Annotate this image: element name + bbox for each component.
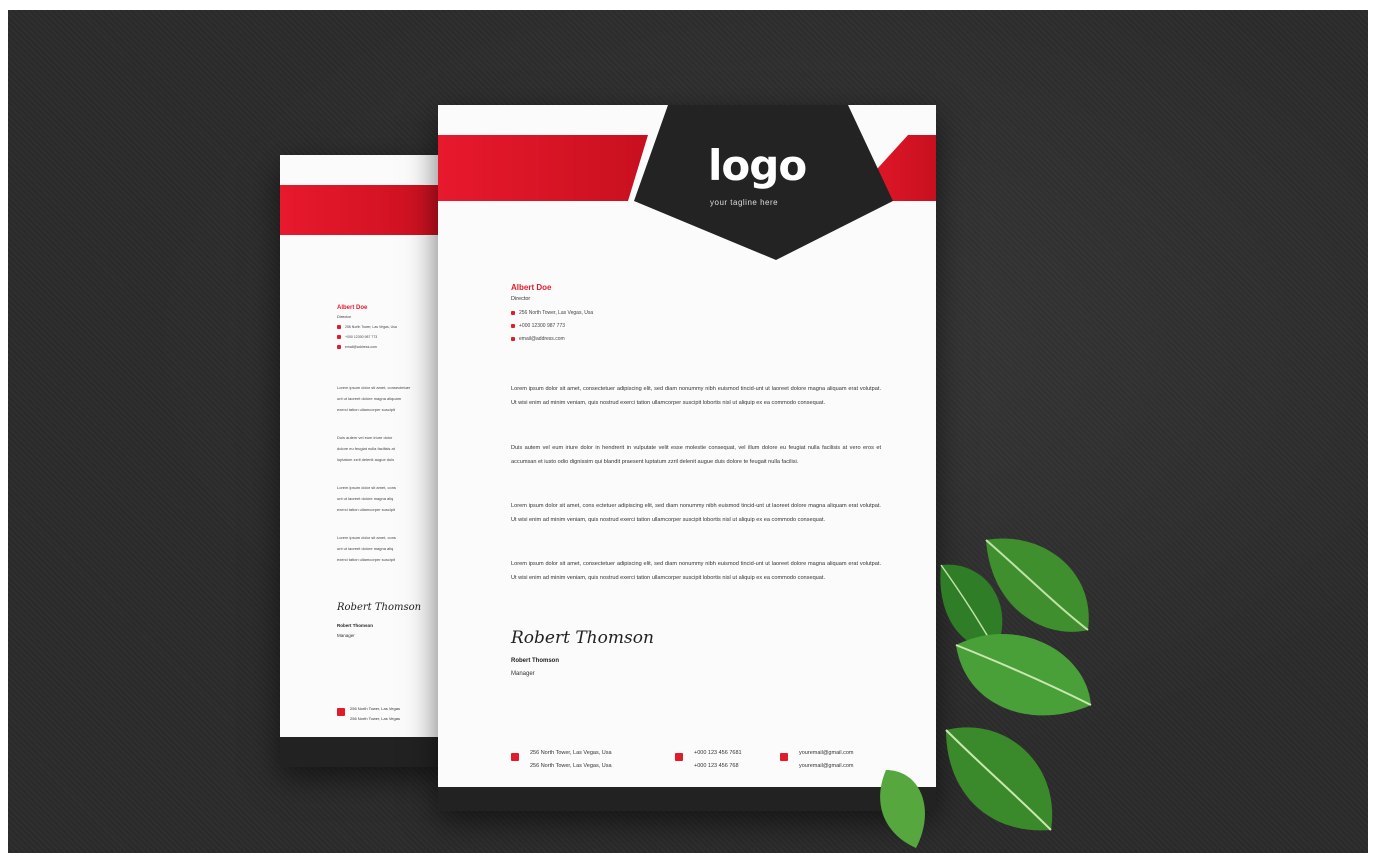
signature-role: Manager xyxy=(511,671,535,677)
sender-title: Director xyxy=(511,296,531,302)
signature-script: Robert Thomson xyxy=(511,628,654,648)
front-letterhead-sheet: logo your tagline here Albert Doe Direct… xyxy=(438,105,936,811)
phone-icon xyxy=(337,335,341,340)
back-letterhead-sheet: Albert Doe Director 256 North Tower, Las… xyxy=(280,155,450,767)
mail-icon xyxy=(511,336,515,341)
dark-textured-background: Albert Doe Director 256 North Tower, Las… xyxy=(8,10,1368,853)
back-signature-name: Robert Thomson xyxy=(337,623,373,628)
back-text-line: exerci tation ullamcorper suscipit xyxy=(337,507,396,512)
back-text-line: unt ut laoreet dolore magna aliq xyxy=(337,546,394,551)
back-signature-role: Manager xyxy=(337,633,355,638)
body-paragraph: Lorem ipsum dolor sit amet, cons ectetue… xyxy=(511,503,881,523)
body-paragraph: Duis autem vel eum iriure dolor in hendr… xyxy=(511,445,881,465)
footer-phone-line: +000 123 456 7681 xyxy=(694,750,742,756)
body-paragraph: Lorem ipsum dolor sit amet, consectetuer… xyxy=(511,386,881,406)
plant-leaf xyxy=(955,633,1092,716)
back-sender-title: Director xyxy=(337,314,352,319)
back-text-line: exerci tation ullamcorper suscipit xyxy=(337,557,396,562)
back-text-line: dolore eu feugiat nulla facilisis at xyxy=(337,446,395,451)
back-footer-address: 256 North Tower, Las Vegas xyxy=(350,706,400,711)
back-footer-dark-bar xyxy=(280,737,450,767)
back-text-line: Lorem ipsum dolor sit amet, consectetuer xyxy=(337,385,411,390)
footer-phone-line: +000 123 456 768 xyxy=(694,763,739,769)
footer-mail-icon xyxy=(780,753,788,761)
footer-phone-icon xyxy=(675,753,683,761)
footer-address-line: 256 North Tower, Las Vegas, Usa xyxy=(530,763,612,769)
footer-location-icon xyxy=(511,753,519,761)
sender-email-line: email@address.com xyxy=(511,336,565,342)
back-footer-address: 256 North Tower, Las Vegas xyxy=(350,716,400,721)
signature-name: Robert Thomson xyxy=(511,658,559,664)
body-paragraph: Lorem ipsum dolor sit amet, consectetuer… xyxy=(511,561,881,581)
logo-wordmark: logo xyxy=(708,141,807,190)
footer-email-line: youremail@gmail.com xyxy=(799,763,854,769)
back-footer-location-icon xyxy=(337,708,345,716)
location-icon xyxy=(337,325,341,330)
decorative-plant-leaves xyxy=(880,538,1092,848)
plant-leaf xyxy=(945,727,1053,831)
logo-tagline: your tagline here xyxy=(710,198,779,207)
letterhead-header-graphic xyxy=(438,105,936,260)
back-red-band xyxy=(280,185,450,235)
back-text-line: Duis autem vel eum iriure dolor xyxy=(337,435,393,440)
plant-leaf xyxy=(880,770,925,848)
back-address-line: 256 North Tower, Las Vegas, Usa xyxy=(337,325,397,330)
location-icon xyxy=(511,310,515,315)
footer-dark-bar xyxy=(438,787,936,811)
footer-email-line: youremail@gmail.com xyxy=(799,750,854,756)
back-text-line: exerci tation ullamcorper suscipit xyxy=(337,407,396,412)
sender-name: Albert Doe xyxy=(511,283,552,292)
back-text-line: Lorem ipsum dolor sit amet, cons xyxy=(337,535,396,540)
sender-phone-line: +000 12300 987 773 xyxy=(511,323,565,329)
back-signature-script: Robert Thomson xyxy=(337,602,422,613)
sender-address-line: 256 North Tower, Las Vegas, Usa xyxy=(511,310,593,316)
back-text-line: unt ut laoreet dolore magna aliq xyxy=(337,496,394,501)
back-phone-line: +000 12300 987 773 xyxy=(337,335,377,340)
left-red-band xyxy=(438,135,648,201)
footer-address-line: 256 North Tower, Las Vegas, Usa xyxy=(530,750,612,756)
back-sender-name: Albert Doe xyxy=(337,305,368,311)
mail-icon xyxy=(337,345,341,350)
back-text-line: Lorem ipsum dolor sit amet, cons xyxy=(337,485,396,490)
back-text-line: luptatum zzril delenit augue duis xyxy=(337,457,395,462)
back-email-line: email@address.com xyxy=(337,345,377,350)
phone-icon xyxy=(511,323,515,328)
back-text-line: unt ut laoreet dolore magna aliquam xyxy=(337,396,402,401)
